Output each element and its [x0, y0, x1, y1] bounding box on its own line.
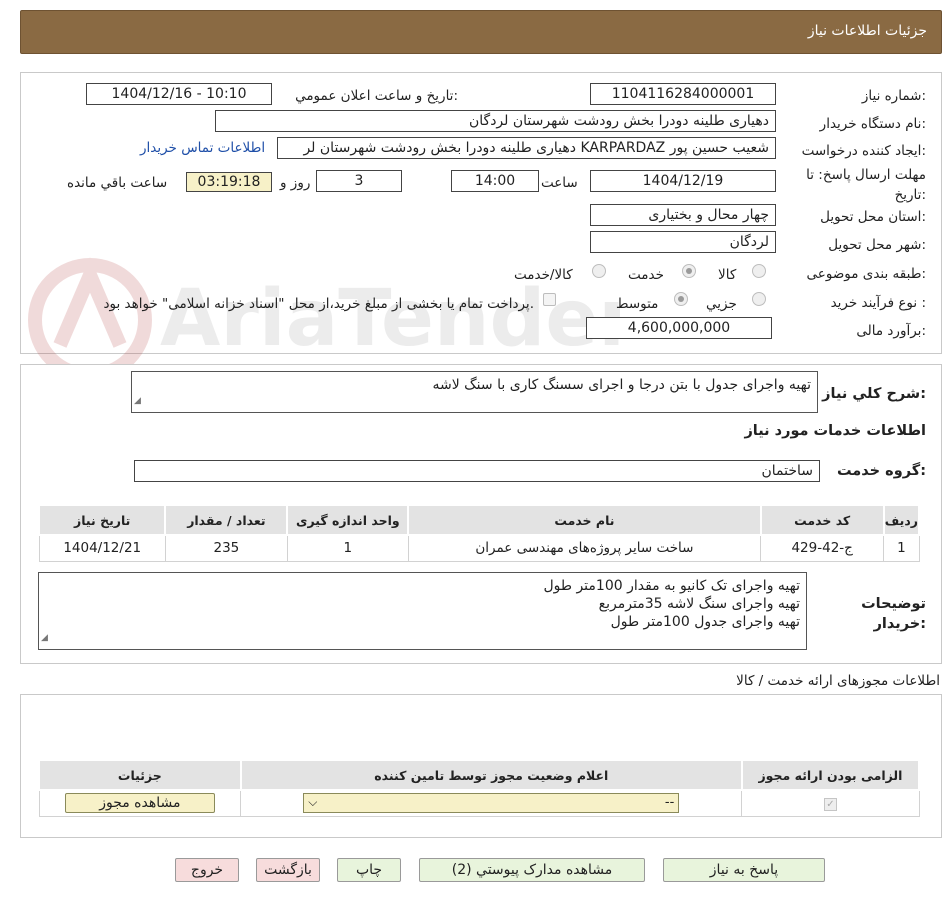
category-service-radio[interactable] — [682, 264, 696, 278]
buyer-org-field: دهیاری طلینه دودرا بخش رودشت شهرستان لرد… — [215, 110, 776, 132]
cell-code: ج-42-429 — [760, 534, 885, 562]
process-medium-radio[interactable] — [674, 292, 688, 306]
requester-field: شعیب حسین پور KARPARDAZ دهیاری طلینه دود… — [277, 137, 776, 159]
treasury-payment-checkbox[interactable] — [543, 293, 556, 306]
category-goods-radio[interactable] — [752, 264, 766, 278]
process-minor-label: جزیي — [706, 296, 737, 312]
buyer-note-line: تهیه واجرای تک کانیو به مقدار 100متر طول — [543, 578, 800, 594]
category-goods-service-label: کالا/خدمت — [514, 267, 573, 283]
service-group-field: ساختمان — [134, 460, 820, 482]
need-number-field: 1104116284000001 — [590, 83, 776, 105]
announce-label: تاریخ و ساعت اعلان عمومي: — [295, 88, 458, 104]
description-label: شرح کلي نیاز: — [822, 386, 926, 402]
city-field: لردگان — [590, 231, 776, 253]
category-service-label: خدمت — [628, 267, 664, 283]
col-qty: تعداد / مقدار — [164, 504, 289, 536]
buyer-notes-textarea: تهیه واجرای تک کانیو به مقدار 100متر طول… — [38, 572, 807, 650]
service-group-label: گروه خدمت: — [836, 463, 926, 479]
cell-unit: 1 — [286, 534, 409, 562]
permit-status-value: -- — [664, 795, 675, 811]
col-code: کد خدمت — [759, 504, 885, 536]
deadline-label: مهلت ارسال پاسخ: تا تاریخ: — [806, 167, 926, 203]
cell-date: 1404/12/21 — [38, 534, 166, 562]
process-medium-label: متوسط — [616, 296, 659, 312]
permits-title: اطلاعات مجوزهای ارائه خدمت / کالا — [736, 673, 940, 689]
col-permit-status: اعلام وضعیت مجوز توسط تامین کننده — [239, 759, 743, 791]
page-header: جزئیات اطلاعات نیاز — [20, 10, 942, 54]
deadline-time-field: 14:00 — [451, 170, 539, 192]
col-date: تاریخ نیاز — [37, 504, 167, 536]
chevron-down-icon: ⌵ — [308, 795, 318, 810]
permits-table-header: الزامی بودن ارائه مجوز اعلام وضعیت مجوز … — [38, 759, 921, 791]
permit-status-select[interactable]: ⌵ -- — [303, 793, 680, 814]
announce-datetime-field: 1404/12/16 - 10:10 — [86, 83, 272, 105]
requester-label: ایجاد کننده درخواست: — [801, 143, 926, 159]
need-number-label: شماره نیاز: — [861, 88, 926, 104]
table-row: ✓ ⌵ -- مشاهده مجوز — [38, 789, 920, 817]
services-title: اطلاعات خدمات مورد نیاز — [744, 423, 926, 439]
buyer-note-line: تهیه واجرای جدول 100متر طول — [610, 614, 800, 630]
buyer-notes-label: توضیحات خریدار: — [861, 596, 926, 632]
services-table: ردیف کد خدمت نام خدمت واحد اندازه گیری ت… — [37, 504, 921, 562]
category-goods-service-radio[interactable] — [592, 264, 606, 278]
buyer-note-line: تهیه واجرای سنگ لاشه 35مترمربع — [598, 596, 800, 612]
province-label: استان محل تحویل: — [820, 209, 926, 225]
resize-grip-icon: ◢ — [134, 396, 141, 406]
budget-label: برآورد مالی: — [856, 323, 926, 339]
page-title: جزئیات اطلاعات نیاز — [807, 23, 927, 39]
process-minor-radio[interactable] — [752, 292, 766, 306]
permit-details-cell: مشاهده مجوز — [38, 789, 242, 817]
buyer-contact-link[interactable]: اطلاعات تماس خریدار — [140, 140, 265, 156]
permit-required-checkbox: ✓ — [823, 798, 837, 812]
province-field: چهار محال و بختیاری — [590, 204, 776, 226]
back-button[interactable]: بازگشت — [256, 858, 320, 882]
cell-name: ساخت سایر پروژه‌های مهندسی عمران — [407, 534, 762, 562]
category-goods-label: کالا — [718, 267, 737, 283]
col-row: ردیف — [882, 504, 921, 536]
resize-grip-icon: ◢ — [41, 633, 48, 643]
services-table-header: ردیف کد خدمت نام خدمت واحد اندازه گیری ت… — [37, 504, 921, 536]
category-label: طبقه بندی موضوعی: — [806, 266, 926, 282]
process-type-label: نوع فرآیند خرید : — [830, 295, 926, 311]
description-text: تهیه واجرای جدول با بتن درجا و اجرای سسن… — [432, 377, 811, 393]
col-name: نام خدمت — [407, 504, 762, 536]
remaining-time-label: ساعت باقي مانده — [67, 175, 168, 191]
col-unit: واحد اندازه گیری — [286, 504, 410, 536]
cell-row: 1 — [883, 534, 920, 562]
table-row: 1 ج-42-429 ساخت سایر پروژه‌های مهندسی عم… — [38, 534, 920, 562]
buyer-org-label: نام دستگاه خریدار: — [819, 116, 926, 132]
city-label: شهر محل تحویل: — [828, 237, 926, 253]
remaining-days-field: 3 — [316, 170, 402, 192]
print-button[interactable]: چاپ — [337, 858, 401, 882]
treasury-payment-note: پرداخت تمام یا بخشی از مبلغ خرید،از محل … — [103, 296, 534, 312]
col-permit-details: جزئیات — [38, 759, 242, 791]
reply-button[interactable]: پاسخ به نیاز — [663, 858, 825, 882]
permits-table: الزامی بودن ارائه مجوز اعلام وضعیت مجوز … — [38, 759, 921, 817]
deadline-time-label: ساعت — [541, 175, 578, 191]
description-textarea: تهیه واجرای جدول با بتن درجا و اجرای سسن… — [131, 371, 818, 413]
deadline-date-field: 1404/12/19 — [590, 170, 776, 192]
remaining-time-field: 03:19:18 — [186, 172, 272, 192]
view-permit-button[interactable]: مشاهده مجوز — [64, 793, 215, 814]
permit-status-cell: ⌵ -- — [240, 789, 743, 817]
cell-qty: 235 — [164, 534, 288, 562]
exit-button[interactable]: خروج — [175, 858, 239, 882]
permit-required-cell: ✓ — [741, 789, 920, 817]
view-attachments-button[interactable]: مشاهده مدارک پیوستي (2) — [419, 858, 645, 882]
budget-field: 4,600,000,000 — [586, 317, 772, 339]
col-permit-required: الزامی بودن ارائه مجوز — [740, 759, 921, 791]
remaining-days-label: روز و — [280, 175, 311, 191]
